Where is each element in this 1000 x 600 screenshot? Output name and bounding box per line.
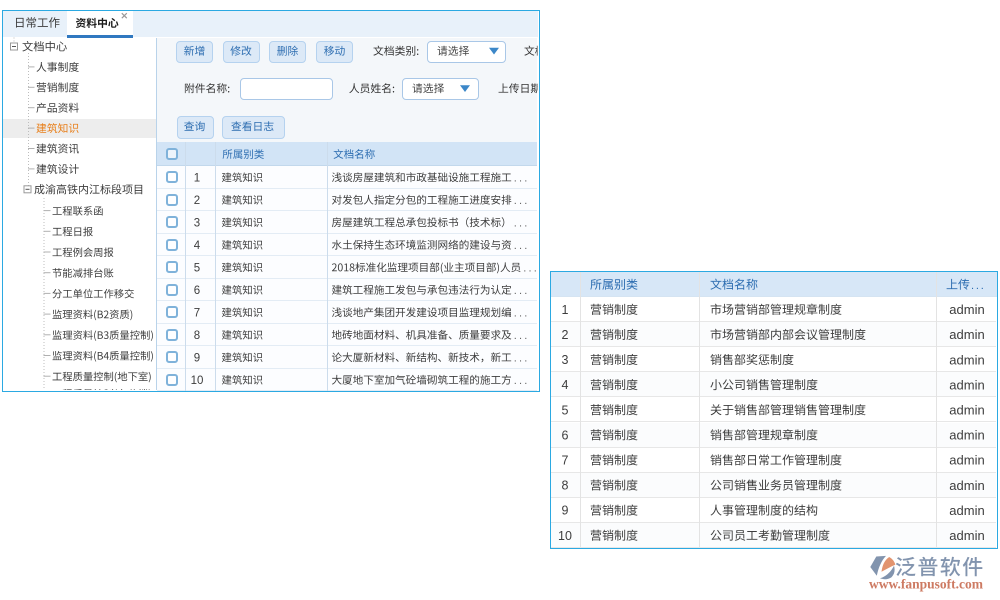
svg-text:www.fanpusoft.com: www.fanpusoft.com (869, 577, 984, 592)
